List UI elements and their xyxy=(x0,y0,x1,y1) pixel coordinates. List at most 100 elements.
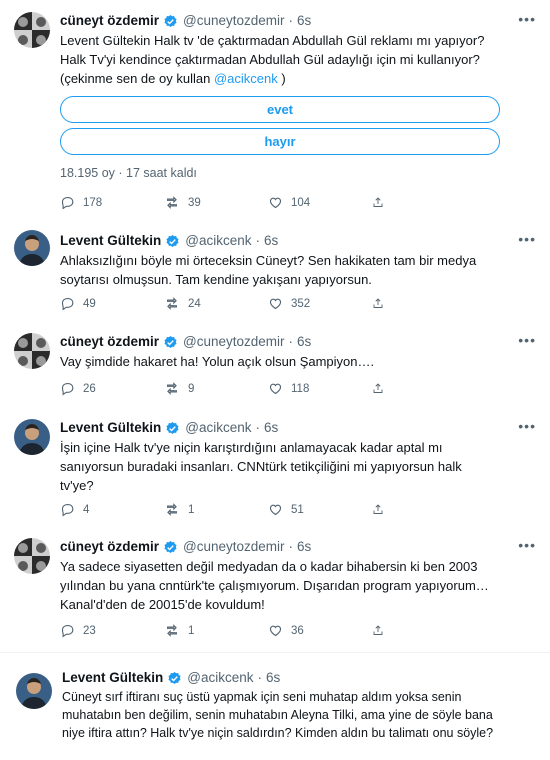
reply-count: 4 xyxy=(83,503,90,516)
author-handle[interactable]: @cuneytozdemir xyxy=(183,538,285,556)
reply-icon xyxy=(61,382,74,396)
author-name[interactable]: cüneyt özdemir xyxy=(60,12,159,30)
retweet-count: 9 xyxy=(188,382,195,395)
separator-dot: · xyxy=(288,13,294,28)
share-button[interactable] xyxy=(372,623,392,638)
tweet-time[interactable]: 6s xyxy=(264,232,278,250)
retweet-button[interactable]: 1 xyxy=(164,623,268,638)
author-handle[interactable]: @acikcenk xyxy=(185,232,251,250)
tweet-actions: 4 1 51 xyxy=(60,502,392,517)
verified-badge-icon xyxy=(163,335,178,350)
share-button[interactable] xyxy=(372,381,392,396)
author-handle[interactable]: @cuneytozdemir xyxy=(183,12,285,30)
tweet[interactable]: Levent Gültekin @acikcenk · 6s Cüneyt sı… xyxy=(0,655,550,760)
author-name[interactable]: Levent Gültekin xyxy=(60,232,161,250)
tweet-actions: 178 39 104 xyxy=(60,195,392,210)
like-button[interactable]: 36 xyxy=(268,623,372,638)
reply-icon xyxy=(61,503,74,517)
reply-button[interactable]: 178 xyxy=(60,195,164,210)
share-button[interactable] xyxy=(372,195,392,210)
retweet-icon xyxy=(167,503,177,516)
avatar-levent[interactable] xyxy=(14,419,50,455)
verified-badge-icon xyxy=(163,540,178,555)
reply-count: 23 xyxy=(83,624,96,637)
author-handle[interactable]: @acikcenk xyxy=(187,669,253,687)
retweet-count: 39 xyxy=(188,196,201,209)
avatar-cuneyt[interactable] xyxy=(14,538,50,574)
avatar-cuneyt[interactable] xyxy=(14,12,50,48)
more-icon[interactable]: ••• xyxy=(518,12,536,26)
author-name[interactable]: Levent Gültekin xyxy=(62,669,163,687)
tweet[interactable]: Levent Gültekin @acikcenk · 6s ••• Ahlak… xyxy=(0,225,550,325)
tweet[interactable]: cüneyt özdemir @cuneytozdemir · 6s ••• V… xyxy=(0,325,550,410)
tweet-header: Levent Gültekin @acikcenk · 6s xyxy=(60,419,536,437)
tweet-text: Cüneyt sırf iftiranı suç üstü yapmak içi… xyxy=(62,690,494,740)
retweet-count: 1 xyxy=(188,624,195,637)
reply-icon xyxy=(61,297,74,311)
share-icon xyxy=(373,298,383,308)
author-name[interactable]: Levent Gültekin xyxy=(60,419,161,437)
like-count: 51 xyxy=(291,503,304,516)
like-count: 104 xyxy=(291,196,311,209)
retweet-button[interactable]: 9 xyxy=(164,381,268,396)
like-button[interactable]: 104 xyxy=(268,195,372,210)
retweet-button[interactable]: 39 xyxy=(164,195,268,210)
poll-option-evet[interactable]: evet xyxy=(60,96,500,123)
tweet-time[interactable]: 6s xyxy=(266,669,280,687)
retweet-count: 1 xyxy=(188,503,195,516)
poll-meta: 18.195 oy · 17 saat kaldı xyxy=(60,166,197,180)
thread-divider xyxy=(0,652,550,653)
more-icon[interactable]: ••• xyxy=(518,538,536,552)
reply-count: 49 xyxy=(83,297,96,310)
tweet-text-end: ) xyxy=(277,71,286,86)
more-icon[interactable]: ••• xyxy=(518,419,536,433)
tweet[interactable]: cüneyt özdemir @cuneytozdemir · 6s ••• L… xyxy=(0,0,550,225)
reply-count: 178 xyxy=(83,196,103,209)
like-count: 118 xyxy=(291,382,310,395)
like-icon xyxy=(269,383,282,395)
poll-option-hayir[interactable]: hayır xyxy=(60,128,500,155)
tweet-text: İşin içine Halk tv'ye niçin karıştırdığı… xyxy=(60,440,462,493)
avatar-levent[interactable] xyxy=(16,673,52,709)
reply-button[interactable]: 23 xyxy=(60,623,164,638)
reply-button[interactable]: 49 xyxy=(60,296,164,311)
retweet-button[interactable]: 1 xyxy=(164,502,268,517)
author-handle[interactable]: @acikcenk xyxy=(185,419,251,437)
avatar-cuneyt[interactable] xyxy=(14,333,50,369)
more-icon[interactable]: ••• xyxy=(518,333,536,347)
reply-icon xyxy=(61,196,74,210)
tweet-time[interactable]: 6s xyxy=(297,12,311,30)
more-icon[interactable]: ••• xyxy=(518,232,536,246)
tweet-time[interactable]: 6s xyxy=(297,538,311,556)
share-button[interactable] xyxy=(372,502,392,517)
mention-link[interactable]: @acikcenk xyxy=(214,71,278,86)
like-icon xyxy=(269,625,282,637)
author-handle[interactable]: @cuneytozdemir xyxy=(183,333,285,351)
tweet-time[interactable]: 6s xyxy=(264,419,278,437)
author-name[interactable]: cüneyt özdemir xyxy=(60,538,159,556)
like-icon xyxy=(269,298,282,310)
retweet-icon xyxy=(167,624,177,637)
tweet[interactable]: cüneyt özdemir @cuneytozdemir · 6s ••• Y… xyxy=(0,530,550,650)
separator-dot: · xyxy=(288,539,294,554)
tweet-text: Levent Gültekin Halk tv 'de çaktırmadan … xyxy=(60,31,500,88)
author-name[interactable]: cüneyt özdemir xyxy=(60,333,159,351)
retweet-icon xyxy=(167,196,177,209)
separator-dot: · xyxy=(288,334,294,349)
tweet[interactable]: Levent Gültekin @acikcenk · 6s ••• İşin … xyxy=(0,410,550,530)
tweet-time[interactable]: 6s xyxy=(297,333,311,351)
share-icon xyxy=(373,197,383,207)
reply-button[interactable]: 26 xyxy=(60,381,164,396)
reply-button[interactable]: 4 xyxy=(60,502,164,517)
like-count: 352 xyxy=(291,297,311,310)
avatar-levent[interactable] xyxy=(14,230,50,266)
like-button[interactable]: 118 xyxy=(268,381,372,396)
share-button[interactable] xyxy=(372,296,392,311)
separator-dot: · xyxy=(255,420,261,435)
tweet-text: Ya sadece siyasetten değil medyadan da o… xyxy=(60,559,489,612)
tweet-actions: 26 9 118 xyxy=(60,381,392,396)
like-button[interactable]: 51 xyxy=(268,502,372,517)
tweet-text: Vay şimdide hakaret ha! Yolun açık olsun… xyxy=(60,354,375,369)
like-button[interactable]: 352 xyxy=(268,296,372,311)
retweet-button[interactable]: 24 xyxy=(164,296,268,311)
